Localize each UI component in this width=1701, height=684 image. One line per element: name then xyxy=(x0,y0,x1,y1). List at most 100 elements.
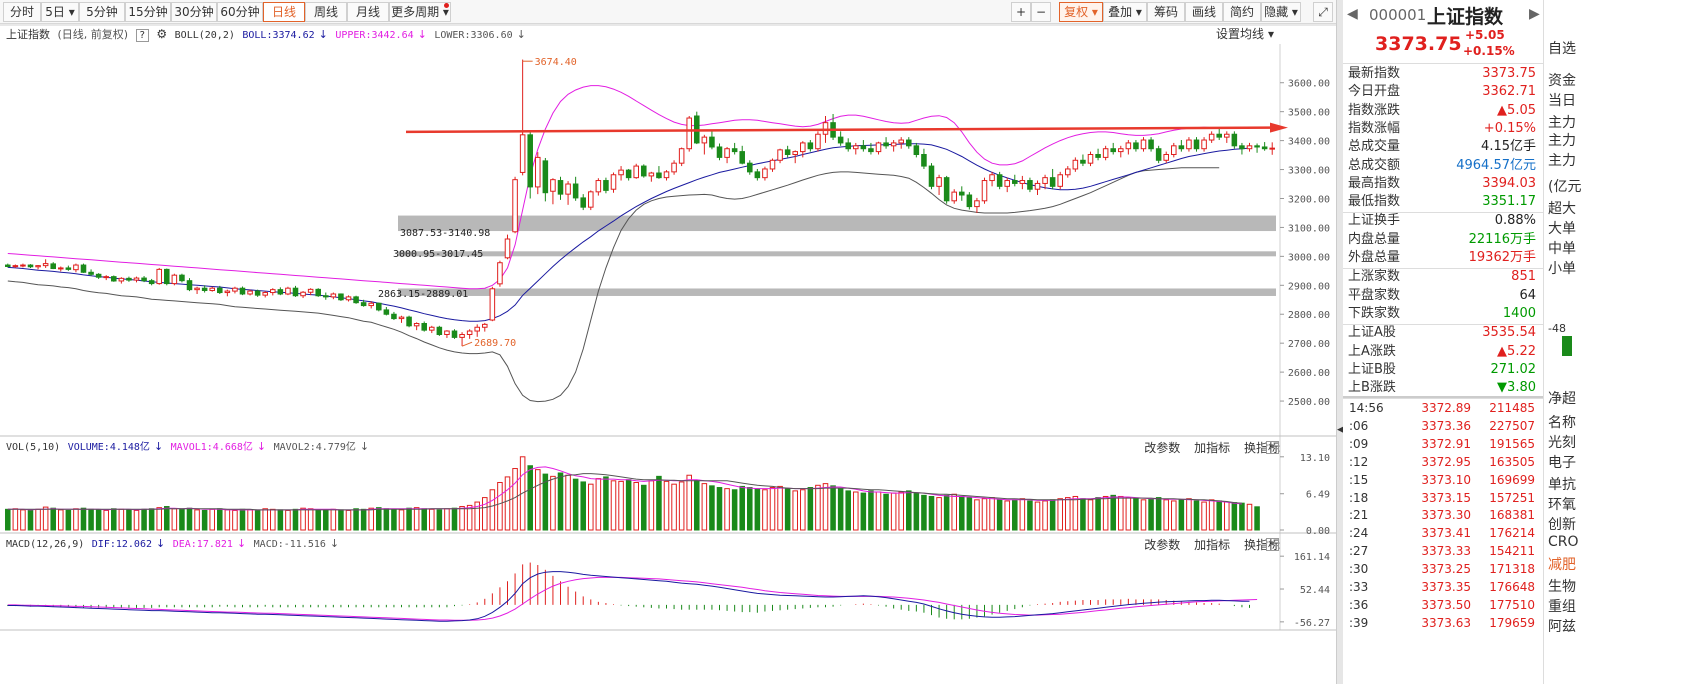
side-panel-label[interactable]: 超大 xyxy=(1548,198,1576,218)
candle-body xyxy=(360,302,367,307)
add-indicator-button[interactable]: 加指标 xyxy=(1194,441,1230,455)
candle-body xyxy=(133,277,140,281)
volume-bar xyxy=(618,480,624,531)
support-zone xyxy=(398,251,1276,257)
side-panel-label[interactable]: (亿元 xyxy=(1548,176,1581,196)
volume-bar xyxy=(527,465,533,531)
boll-indicator-name[interactable]: BOLL(20,2) xyxy=(175,30,235,41)
candle-body xyxy=(148,280,155,285)
vol-value: VOLUME:4.148亿 xyxy=(67,442,150,453)
candle-body xyxy=(701,136,708,144)
volume-bar xyxy=(974,499,980,531)
ma-settings-button[interactable]: 设置均线 ▾ xyxy=(1216,24,1278,44)
candle-body xyxy=(648,172,655,177)
side-panel-label[interactable]: 当日 xyxy=(1548,90,1576,110)
add-indicator-button[interactable]: 加指标 xyxy=(1194,538,1230,552)
side-panel-label[interactable]: 主力 xyxy=(1548,112,1576,132)
candle-body xyxy=(853,145,859,150)
tick-volume: 163505 xyxy=(1489,454,1535,469)
side-panel-label[interactable]: 电子 xyxy=(1548,452,1576,472)
side-panel-bar xyxy=(1562,336,1572,356)
side-panel-label[interactable]: 资金 xyxy=(1548,70,1576,90)
quote-row-value: 1400 xyxy=(1502,305,1536,321)
volume-bar xyxy=(201,509,208,531)
volume-bar xyxy=(572,478,579,531)
volume-bar xyxy=(1095,497,1101,531)
volume-bar xyxy=(959,495,965,531)
close-macd-panel-icon[interactable]: ✕ xyxy=(1266,538,1279,551)
side-panel-label[interactable]: 中单 xyxy=(1548,238,1576,258)
candle-body xyxy=(663,171,670,179)
volume-bar xyxy=(671,483,677,531)
volume-bar xyxy=(1042,500,1048,531)
tick-volume: 211485 xyxy=(1489,401,1535,415)
side-panel-label[interactable]: 自选 xyxy=(1548,38,1576,58)
vol-title[interactable]: VOL(5,10) xyxy=(6,442,60,453)
volume-bar xyxy=(694,479,700,531)
quote-row: 总成交额 4964.57亿元 xyxy=(1343,157,1543,175)
candle-body xyxy=(459,334,465,338)
candle-body xyxy=(406,316,412,327)
side-panel-label[interactable]: 单抗 xyxy=(1548,474,1576,494)
candle-body xyxy=(201,287,208,292)
gear-icon[interactable]: ⚙ xyxy=(156,27,167,41)
volume-bar xyxy=(951,493,957,531)
volume-bar xyxy=(648,480,655,531)
volume-bar xyxy=(800,489,806,531)
candle-body xyxy=(1004,180,1010,187)
side-panel-label[interactable]: 光刻 xyxy=(1548,432,1576,452)
side-panel-label[interactable]: 小单 xyxy=(1548,258,1576,278)
candle-body xyxy=(1110,148,1116,153)
volume-bar xyxy=(429,508,435,531)
candle-body xyxy=(671,162,677,173)
volume-bar xyxy=(1102,495,1109,531)
panel-splitter[interactable]: ◀ xyxy=(1336,0,1344,684)
change-params-button[interactable]: 改参数 xyxy=(1144,538,1180,552)
y-tick-label: 3500.00 xyxy=(1288,108,1330,119)
side-panel-label[interactable]: 名称 xyxy=(1548,412,1576,432)
side-panel-label[interactable]: 主力 xyxy=(1548,150,1576,170)
y-tick-label: 2500.00 xyxy=(1288,397,1330,408)
prev-stock-icon[interactable]: ◀ xyxy=(1347,6,1358,22)
volume-bar xyxy=(580,481,586,531)
volume-bar xyxy=(565,474,571,531)
volume-bar xyxy=(42,506,49,531)
quote-row-value: 64 xyxy=(1519,287,1536,303)
volume-bar xyxy=(921,494,927,531)
volume-bar xyxy=(307,508,314,531)
side-panel-label[interactable]: 环氧 xyxy=(1548,494,1576,514)
macd-title[interactable]: MACD(12,26,9) xyxy=(6,539,84,550)
candle-body xyxy=(656,172,662,179)
candle-body xyxy=(232,287,238,292)
quote-row-value: 3362.71 xyxy=(1482,84,1536,100)
current-price: 3373.75 xyxy=(1375,33,1462,55)
side-panel-label[interactable]: CRO xyxy=(1548,534,1579,550)
candle-body xyxy=(285,287,291,295)
side-panel-label[interactable]: 重组 xyxy=(1548,596,1576,616)
side-panel-label[interactable]: 阿兹 xyxy=(1548,616,1576,636)
candle-body xyxy=(1118,148,1124,153)
tick-time: :09 xyxy=(1349,436,1369,451)
side-panel-label[interactable]: 大单 xyxy=(1548,218,1576,238)
candle-body xyxy=(126,277,132,281)
next-stock-icon[interactable]: ▶ xyxy=(1529,6,1540,22)
volume-bar xyxy=(1027,500,1033,531)
change-params-button[interactable]: 改参数 xyxy=(1144,441,1180,455)
candle-body xyxy=(20,264,26,267)
candle-body xyxy=(1049,177,1056,187)
side-panel-label[interactable]: 主力 xyxy=(1548,130,1576,150)
side-panel-label[interactable]: 生物 xyxy=(1548,576,1576,596)
close-vol-panel-icon[interactable]: ✕ xyxy=(1266,441,1279,454)
tick-price: 3372.89 xyxy=(1421,401,1471,415)
candle-body xyxy=(171,274,178,285)
side-panel-label[interactable]: 减肥 xyxy=(1548,554,1576,574)
tick-volume: 176214 xyxy=(1489,526,1535,541)
help-icon[interactable]: ? xyxy=(135,29,149,42)
volume-bar xyxy=(209,508,215,531)
extreme-pointer xyxy=(461,341,473,347)
candle-body xyxy=(1186,139,1192,150)
candle-body xyxy=(1201,139,1207,150)
side-panel-label[interactable]: 净超 xyxy=(1548,388,1576,408)
side-panel-label[interactable]: -48 xyxy=(1548,322,1566,335)
side-panel-label[interactable]: 创新 xyxy=(1548,514,1576,534)
